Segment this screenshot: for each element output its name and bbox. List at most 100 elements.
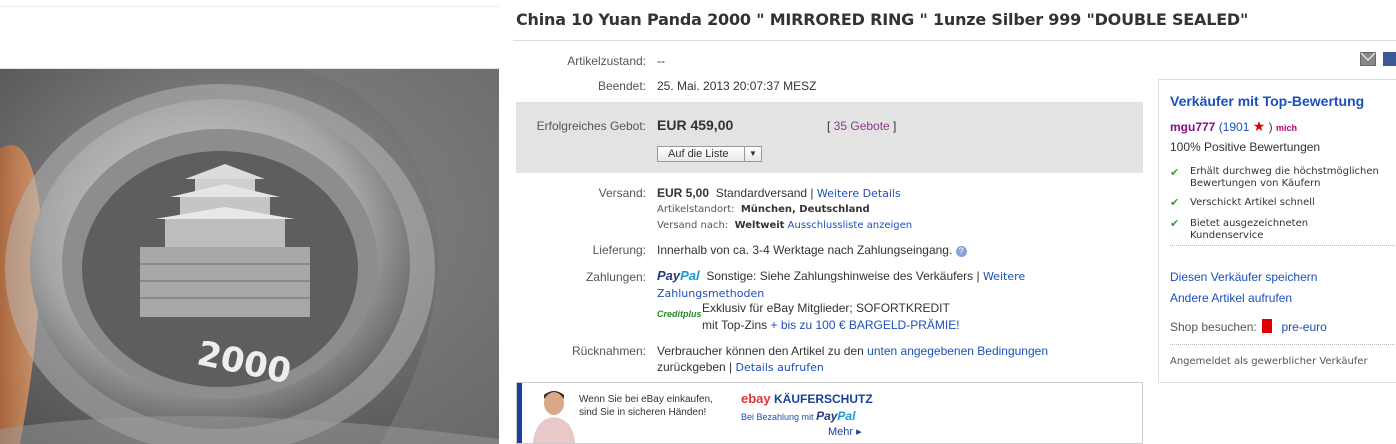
other-items-link[interactable]: Andere Artikel aufrufen xyxy=(1170,291,1292,305)
seller-info-panel: Verkäufer mit Top-Bewertung mgu777 (1901… xyxy=(1158,79,1396,383)
more-payment-methods-link[interactable]: Weitere xyxy=(983,270,1025,283)
condition-value: -- xyxy=(657,54,665,68)
credit-bonus-link[interactable]: + bis zu 100 € BARGELD-PRÄMIE! xyxy=(770,318,959,332)
bid-label: Erfolgreiches Gebot: xyxy=(536,119,646,133)
ebay-logo: ebay xyxy=(741,391,771,406)
seller-feature-3-line-1: Bietet ausgezeichneten xyxy=(1190,218,1309,229)
paypal-logo-pal: Pal xyxy=(680,268,700,283)
banner-tagline-2: sind Sie in sicheren Händen! xyxy=(579,407,707,418)
seller-id-line: mgu777 (1901 ★ ) mich xyxy=(1170,118,1297,135)
payment-methods: PayPal Sonstige: Siehe Zahlungshinweise … xyxy=(657,268,1025,283)
delivery-value: Innerhalb von ca. 3-4 Werktage nach Zahl… xyxy=(657,243,967,257)
buyer-protection-banner[interactable]: Wenn Sie bei eBay einkaufen, sind Sie in… xyxy=(516,382,1143,444)
shipping-line: EUR 5,00 Standardversand | Weitere Detai… xyxy=(657,186,901,200)
shop-visit-line: Shop besuchen: pre-euro xyxy=(1170,319,1327,334)
business-seller-note: Angemeldet als gewerblicher Verkäufer xyxy=(1170,356,1368,367)
paypal-payment-note: Bei Bezahlung mit PayPal xyxy=(741,409,855,423)
ebay-shop-icon xyxy=(1262,319,1273,333)
divider xyxy=(1170,344,1396,345)
bid-count-bracket-close: ] xyxy=(889,119,897,133)
ships-to-label: Versand nach: xyxy=(657,220,729,231)
image-top-panel xyxy=(0,0,500,69)
shipping-details-link[interactable]: Weitere Details xyxy=(817,187,901,200)
returns-line-2: zurückgeben | Details aufrufen xyxy=(657,360,824,374)
kaeuferschutz-label: KÄUFERSCHUTZ xyxy=(773,392,873,406)
shop-link[interactable]: pre-euro xyxy=(1281,320,1326,334)
top-rated-seller-heading: Verkäufer mit Top-Bewertung xyxy=(1170,93,1365,109)
bid-panel xyxy=(516,102,1143,173)
returns-conditions-link[interactable]: unten angegebenen Bedingungen xyxy=(867,344,1048,358)
seller-feature-3: Bietet ausgezeichneten Kundenservice xyxy=(1190,218,1308,242)
delivery-label: Lieferung: xyxy=(592,243,646,257)
agent-photo xyxy=(533,391,575,443)
paypal-logo-pay: Pay xyxy=(657,268,681,283)
payments-label: Zahlungen: xyxy=(585,270,646,284)
kaeuferschutz-title: ebay KÄUFERSCHUTZ xyxy=(741,391,873,406)
more-payment-methods-link-2[interactable]: Zahlungsmethoden xyxy=(657,287,764,300)
credit-line-2-text: mit Top-Zins xyxy=(702,318,768,332)
ships-to-value: Weltweit xyxy=(734,220,785,231)
seller-feature-3-line-2: Kundenservice xyxy=(1190,230,1264,241)
returns-label: Rücknahmen: xyxy=(571,344,646,358)
ended-value: 25. Mai. 2013 20:07:37 MESZ xyxy=(657,79,817,93)
shipping-method: Standardversand | xyxy=(715,186,814,200)
feedback-score-link[interactable]: (1901 xyxy=(1219,120,1250,134)
credit-line-2: mit Top-Zins + bis zu 100 € BARGELD-PRÄM… xyxy=(702,318,960,332)
condition-label: Artikelzustand: xyxy=(567,54,646,68)
check-icon: ✔ xyxy=(1170,218,1180,230)
paypal-payment-note-text: Bei Bezahlung mit xyxy=(741,412,814,422)
star-icon: ★ xyxy=(1252,118,1266,134)
save-seller-link[interactable]: Diesen Verkäufer speichern xyxy=(1170,270,1317,284)
listing-title: China 10 Yuan Panda 2000 " MIRRORED RING… xyxy=(516,10,1249,29)
item-location-label: Artikelstandort: xyxy=(657,204,735,215)
help-icon[interactable]: ? xyxy=(955,246,967,257)
shipping-price: EUR 5,00 xyxy=(657,186,710,200)
ended-label: Beendet: xyxy=(597,79,646,93)
winning-bid-price: EUR 459,00 xyxy=(657,117,734,133)
creditplus-logo: Creditplus xyxy=(657,309,702,319)
seller-feature-1-line-1: Erhält durchweg die höchstmöglichen xyxy=(1190,166,1379,177)
title-divider xyxy=(513,40,1396,41)
seller-feature-1: Erhält durchweg die höchstmöglichen Bewer… xyxy=(1190,166,1379,190)
feedback-score-close: ) xyxy=(1268,120,1273,134)
seller-name-link[interactable]: mgu777 xyxy=(1170,120,1215,134)
me-badge-icon[interactable]: mich xyxy=(1276,123,1297,133)
bid-count-link[interactable]: 35 Gebote xyxy=(834,119,890,133)
credit-line-1: Exklusiv für eBay Mitglieder; SOFORTKRED… xyxy=(702,301,950,315)
ships-to: Versand nach: Weltweit Ausschlussliste a… xyxy=(657,220,912,231)
returns-line-2-text: zurückgeben | xyxy=(657,360,733,374)
returns-line-1: Verbraucher können den Artikel zu den un… xyxy=(657,344,1048,358)
coin-photo-image: 2000 xyxy=(0,69,499,444)
item-photo[interactable]: 2000 xyxy=(0,69,499,444)
facebook-share-icon[interactable] xyxy=(1383,52,1396,66)
payment-other-text: Sonstige: Siehe Zahlungshinweise des Ver… xyxy=(706,269,980,283)
banner-accent-bar xyxy=(517,383,522,443)
positive-feedback-text: 100% Positive Bewertungen xyxy=(1170,140,1321,154)
seller-feature-1-line-2: Bewertungen von Käufern xyxy=(1190,178,1321,189)
returns-text: Verbraucher können den Artikel zu den xyxy=(657,344,864,358)
watchlist-button-label: Auf die Liste xyxy=(668,148,729,160)
check-icon: ✔ xyxy=(1170,197,1180,209)
banner-paypal-pal: Pal xyxy=(837,409,856,423)
banner-tagline: Wenn Sie bei eBay einkaufen, sind Sie in… xyxy=(579,393,713,419)
banner-tagline-1: Wenn Sie bei eBay einkaufen, xyxy=(579,394,713,405)
divider xyxy=(1170,245,1396,246)
returns-details-link[interactable]: Details aufrufen xyxy=(736,361,824,374)
seller-feature-2: Verschickt Artikel schnell xyxy=(1190,197,1315,208)
paypal-logo: PayPal xyxy=(657,268,700,283)
shop-label: Shop besuchen: xyxy=(1170,320,1257,334)
item-location: Artikelstandort: München, Deutschland xyxy=(657,204,870,215)
dropdown-arrow-icon[interactable]: ▼ xyxy=(744,147,761,161)
shipping-label: Versand: xyxy=(598,186,646,200)
item-location-value: München, Deutschland xyxy=(740,204,870,215)
banner-more-link[interactable]: Mehr ▸ xyxy=(828,425,862,438)
bid-count: [ 35 Gebote ] xyxy=(827,119,896,133)
banner-paypal-pay: Pay xyxy=(816,409,838,423)
email-share-icon[interactable] xyxy=(1360,52,1376,66)
check-icon: ✔ xyxy=(1170,167,1180,179)
exclusion-list-link[interactable]: Ausschlussliste anzeigen xyxy=(788,220,912,231)
divider xyxy=(0,6,500,7)
add-to-watchlist-button[interactable]: Auf die Liste ▼ xyxy=(657,146,762,162)
delivery-text: Innerhalb von ca. 3-4 Werktage nach Zahl… xyxy=(657,243,953,257)
bid-count-bracket-open: [ xyxy=(827,119,834,133)
